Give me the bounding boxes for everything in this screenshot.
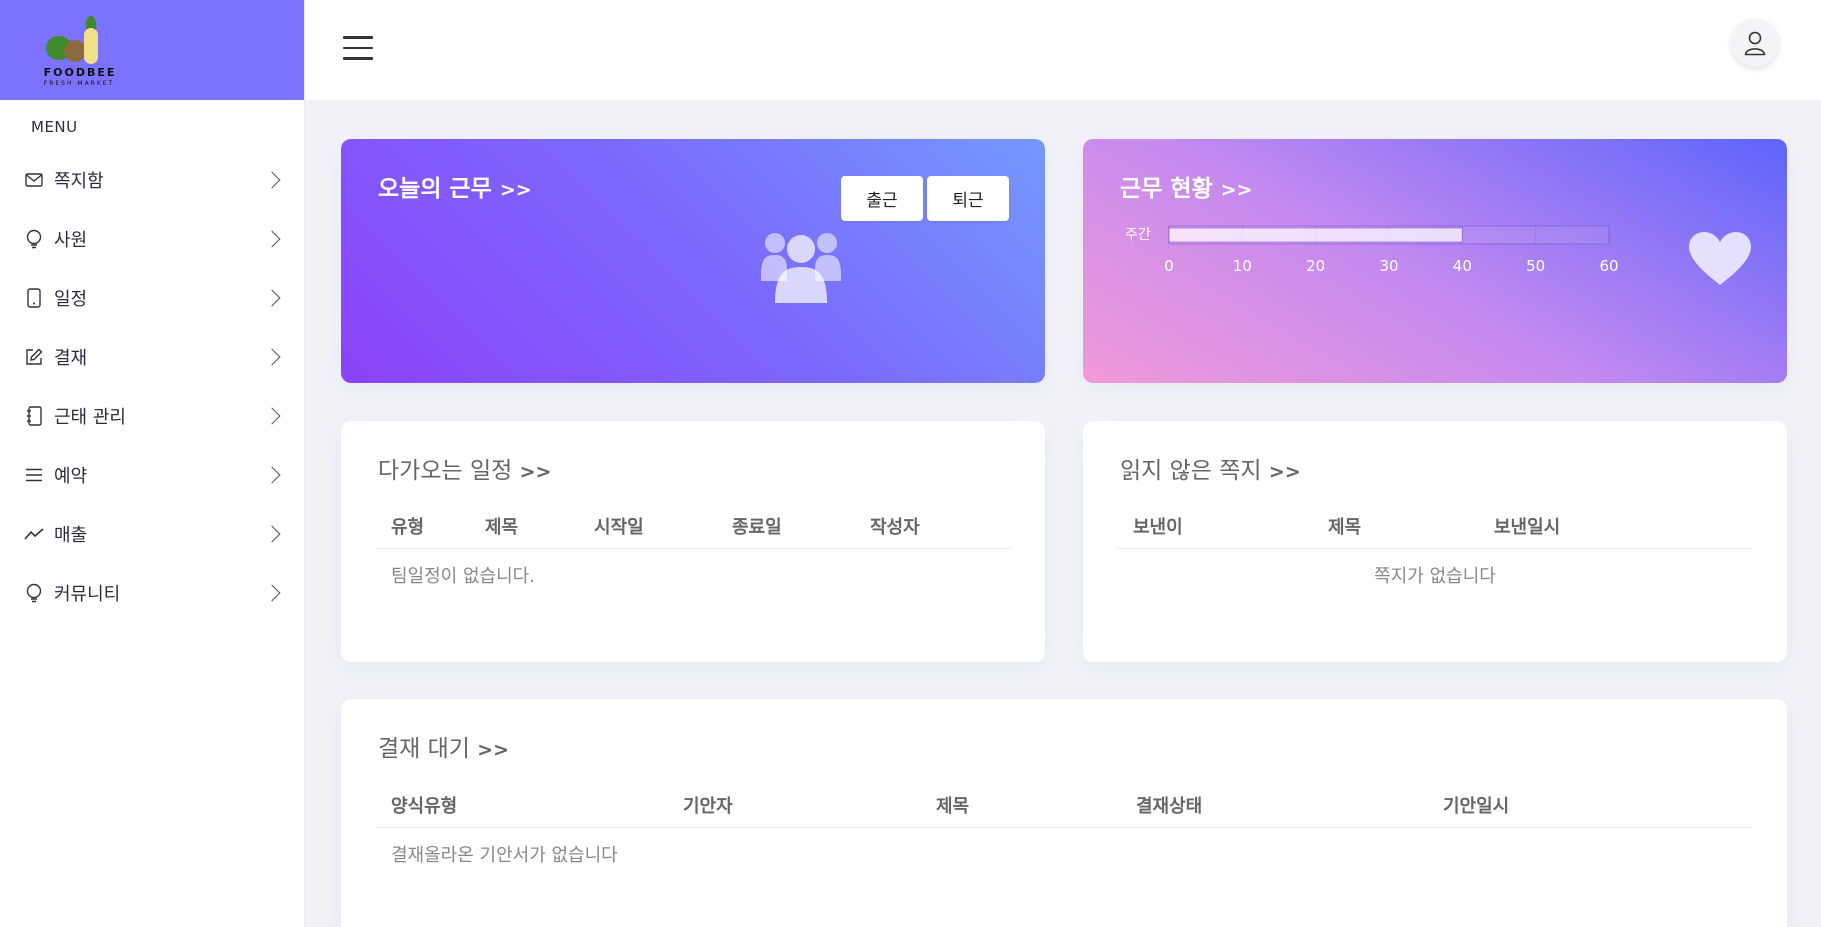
work-status-title[interactable]: 근무 현황 >> <box>1120 169 1253 203</box>
column-header-sender: 보낸이 <box>1133 517 1183 538</box>
trend-icon <box>24 524 44 544</box>
column-header-title: 제목 <box>936 796 970 817</box>
today-work-title[interactable]: 오늘의 근무 >> <box>378 169 532 203</box>
sidebar-item-label: 매출 <box>54 524 88 546</box>
sidebar-item-messages[interactable]: 쪽지함 <box>0 150 304 209</box>
sidebar-item-label: 쪽지함 <box>54 170 104 192</box>
user-icon <box>1744 31 1766 56</box>
pending-approval-card: 결재 대기 >> 양식유형 기안자 제목 결재상태 기안일시 결재올라온 기안서… <box>341 699 1787 927</box>
users-icon <box>761 233 841 303</box>
column-header-approval-status: 결재상태 <box>1136 796 1203 817</box>
column-header-sent-at: 보낸일시 <box>1494 517 1561 538</box>
hamburger-menu-icon[interactable] <box>343 36 373 60</box>
schedule-table: 유형 제목 시작일 종료일 작성자 팀일정이 없습니다. <box>376 504 1010 601</box>
column-header-author: 작성자 <box>870 517 920 538</box>
top-header <box>305 0 1821 100</box>
heart-icon <box>1689 232 1751 285</box>
chevron-right-icon <box>263 289 281 306</box>
schedule-empty-message: 팀일정이 없습니다. <box>391 566 535 587</box>
unread-messages-card: 읽지 않은 쪽지 >> 보낸이 제목 보낸일시 쪽지가 없습니다 <box>1083 421 1787 662</box>
work-status-card: 근무 현황 >> 주간 0 10 20 30 40 50 60 <box>1083 139 1787 383</box>
lightbulb-icon <box>24 229 44 249</box>
chart-tick-label: 10 <box>1233 257 1252 275</box>
lightbulb-icon <box>24 583 44 603</box>
column-header-type: 유형 <box>391 517 425 538</box>
chevron-right-icon <box>263 171 281 188</box>
sidebar-item-employees[interactable]: 사원 <box>0 209 304 268</box>
column-header-title: 제목 <box>485 517 519 538</box>
chevron-right-icon <box>263 407 281 424</box>
approval-table: 양식유형 기안자 제목 결재상태 기안일시 결재올라온 기안서가 없습니다 <box>376 783 1752 880</box>
approval-empty-message: 결재올라온 기안서가 없습니다 <box>391 845 618 866</box>
column-header-draft-date: 기안일시 <box>1443 796 1510 817</box>
sidebar-item-attendance[interactable]: 근태 관리 <box>0 386 304 445</box>
clock-in-button[interactable]: 출근 <box>841 176 923 221</box>
logo-area[interactable]: FOODBEE FRESH MARKET <box>0 0 304 100</box>
foodbee-logo[interactable]: FOODBEE FRESH MARKET <box>36 14 120 88</box>
column-header-drafter: 기안자 <box>683 796 733 817</box>
messages-table: 보낸이 제목 보낸일시 쪽지가 없습니다 <box>1118 504 1752 601</box>
column-header-start-date: 시작일 <box>594 517 644 538</box>
messages-empty-message: 쪽지가 없습니다 <box>1374 566 1496 587</box>
approval-table-header: 양식유형 기안자 제목 결재상태 기안일시 <box>376 783 1752 828</box>
sidebar-item-label: 예약 <box>54 465 88 487</box>
sidebar-item-community[interactable]: 커뮤니티 <box>0 563 304 622</box>
chart-category-label: 주간 <box>1125 227 1151 243</box>
sidebar-item-approval[interactable]: 결재 <box>0 327 304 386</box>
column-header-end-date: 종료일 <box>732 517 782 538</box>
clock-out-button[interactable]: 퇴근 <box>927 176 1009 221</box>
unread-messages-title[interactable]: 읽지 않은 쪽지 >> <box>1120 451 1301 485</box>
column-header-title: 제목 <box>1328 517 1362 538</box>
weekly-hours-bar <box>1168 227 1463 243</box>
sidebar-item-label: 일정 <box>54 288 88 310</box>
upcoming-schedule-card: 다가오는 일정 >> 유형 제목 시작일 종료일 작성자 팀일정이 없습니다. <box>341 421 1045 662</box>
logo-sub-text: FRESH MARKET <box>43 80 115 87</box>
mail-icon <box>24 170 44 190</box>
chart-tick-label: 0 <box>1164 257 1174 275</box>
column-header-form-type: 양식유형 <box>391 796 458 817</box>
chevron-right-icon <box>263 230 281 247</box>
weekly-hours-chart: 주간 0 10 20 30 40 50 60 <box>1125 225 1619 275</box>
menu-title: MENU <box>31 118 78 136</box>
sidebar-item-reservation[interactable]: 예약 <box>0 445 304 504</box>
chevron-right-icon <box>263 348 281 365</box>
sidebar: FOODBEE FRESH MARKET MENU 쪽지함 사원 일정 결재 근… <box>0 0 305 927</box>
pending-approval-title[interactable]: 결재 대기 >> <box>378 729 509 763</box>
sidebar-item-label: 커뮤니티 <box>54 583 121 605</box>
logo-brand-text: FOODBEE <box>43 66 117 79</box>
chevron-right-icon <box>263 466 281 483</box>
user-avatar-button[interactable] <box>1731 19 1779 67</box>
chevron-right-icon <box>263 584 281 601</box>
sidebar-item-label: 사원 <box>54 229 88 251</box>
chart-tick-label: 50 <box>1526 257 1545 275</box>
schedule-table-header: 유형 제목 시작일 종료일 작성자 <box>376 504 1010 549</box>
sidebar-item-label: 근태 관리 <box>54 406 126 428</box>
chevron-right-icon <box>263 525 281 542</box>
chart-tick-label: 30 <box>1379 257 1398 275</box>
edit-icon <box>24 347 44 367</box>
chart-tick-label: 60 <box>1599 257 1618 275</box>
chart-tick-label: 40 <box>1453 257 1472 275</box>
list-icon <box>24 465 44 485</box>
sidebar-item-sales[interactable]: 매출 <box>0 504 304 563</box>
chart-tick-label: 20 <box>1306 257 1325 275</box>
tablet-icon <box>24 287 44 308</box>
today-work-card: 오늘의 근무 >> 출근 퇴근 <box>341 139 1045 383</box>
sidebar-item-schedule[interactable]: 일정 <box>0 268 304 327</box>
notebook-icon <box>24 405 44 426</box>
upcoming-schedule-title[interactable]: 다가오는 일정 >> <box>378 451 551 485</box>
messages-table-header: 보낸이 제목 보낸일시 <box>1118 504 1752 549</box>
sidebar-item-label: 결재 <box>54 347 88 369</box>
